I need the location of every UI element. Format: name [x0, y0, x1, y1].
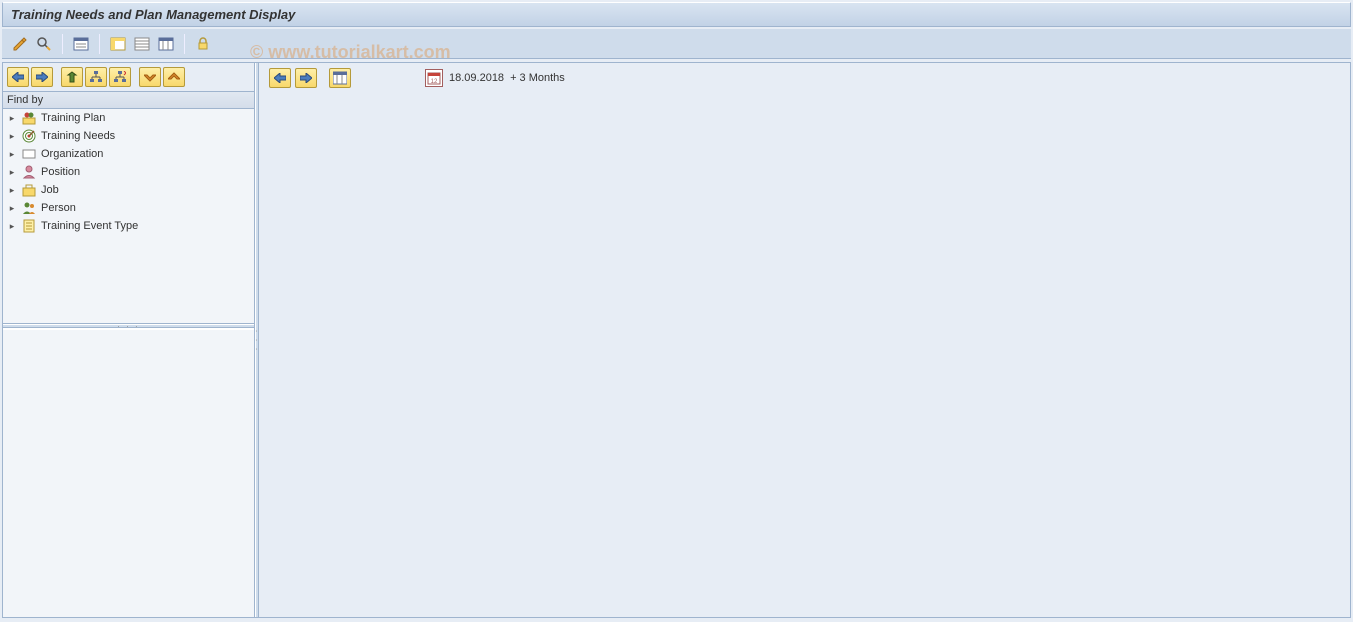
tree-item-job[interactable]: ▸ Job: [3, 181, 254, 199]
training-plan-icon: [21, 110, 37, 126]
tree-item-training-needs[interactable]: ▸ Training Needs: [3, 127, 254, 145]
separator: [184, 34, 185, 54]
settings-button[interactable]: [156, 34, 176, 54]
person-icon: [21, 200, 37, 216]
collapse-all-button[interactable]: [163, 67, 185, 87]
list-display-button[interactable]: [71, 34, 91, 54]
expand-icon[interactable]: ▸: [7, 203, 17, 214]
lock-button[interactable]: [193, 34, 213, 54]
tree-item-event-type[interactable]: ▸ Training Event Type: [3, 217, 254, 235]
training-needs-icon: [21, 128, 37, 144]
column-config-button[interactable]: [108, 34, 128, 54]
sidebar: Find by ▸ Training Plan ▸ Training Needs…: [3, 63, 255, 617]
tree-item-label: Training Plan: [41, 112, 105, 124]
date-area: 12 18.09.2018 + 3 Months: [425, 69, 565, 87]
app-toolbar: [2, 29, 1351, 59]
expand-icon[interactable]: ▸: [7, 149, 17, 160]
expand-icon[interactable]: ▸: [7, 113, 17, 124]
expand-icon[interactable]: ▸: [7, 131, 17, 142]
horizontal-splitter[interactable]: [3, 324, 254, 328]
findby-label: Find by: [7, 94, 43, 106]
tree-item-label: Training Needs: [41, 130, 115, 142]
tree-item-training-plan[interactable]: ▸ Training Plan: [3, 109, 254, 127]
next-period-button[interactable]: [295, 68, 317, 88]
tree-view-button[interactable]: [85, 67, 107, 87]
expand-all-button[interactable]: [139, 67, 161, 87]
assign-button[interactable]: [61, 67, 83, 87]
expand-icon[interactable]: ▸: [7, 221, 17, 232]
tree-item-label: Position: [41, 166, 80, 178]
separator: [62, 34, 63, 54]
tree-item-position[interactable]: ▸ Position: [3, 163, 254, 181]
tree-item-label: Organization: [41, 148, 103, 160]
body-area: Find by ▸ Training Plan ▸ Training Needs…: [2, 62, 1351, 618]
column-config-main-button[interactable]: [329, 68, 351, 88]
main-area: 12 18.09.2018 + 3 Months: [259, 63, 1350, 617]
tree-item-label: Job: [41, 184, 59, 196]
tree-item-label: Person: [41, 202, 76, 214]
separator: [99, 34, 100, 54]
nav-forward-button[interactable]: [31, 67, 53, 87]
nav-back-button[interactable]: [7, 67, 29, 87]
expand-icon[interactable]: ▸: [7, 167, 17, 178]
event-type-icon: [21, 218, 37, 234]
date-from-text: 18.09.2018: [449, 72, 504, 84]
sidebar-nav-toolbar: [3, 63, 254, 92]
findby-header: Find by: [3, 92, 254, 109]
key-columns-button[interactable]: [132, 34, 152, 54]
svg-text:12: 12: [431, 79, 438, 85]
tree-item-person[interactable]: ▸ Person: [3, 199, 254, 217]
job-icon: [21, 182, 37, 198]
page-title: Training Needs and Plan Management Displ…: [11, 7, 295, 22]
main-toolbar: 12 18.09.2018 + 3 Months: [259, 63, 1350, 93]
date-period-text: + 3 Months: [510, 72, 565, 84]
expand-icon[interactable]: ▸: [7, 185, 17, 196]
findby-tree[interactable]: ▸ Training Plan ▸ Training Needs ▸ Organ…: [3, 109, 254, 324]
prev-period-button[interactable]: [269, 68, 291, 88]
search-button[interactable]: [34, 34, 54, 54]
sidebar-bottom-panel: [3, 328, 254, 617]
change-button[interactable]: [10, 34, 30, 54]
title-bar: Training Needs and Plan Management Displ…: [2, 2, 1351, 27]
tree-item-label: Training Event Type: [41, 220, 138, 232]
organization-icon: [21, 146, 37, 162]
calendar-icon-button[interactable]: 12: [425, 69, 443, 87]
tree-expand-button[interactable]: [109, 67, 131, 87]
tree-item-organization[interactable]: ▸ Organization: [3, 145, 254, 163]
position-icon: [21, 164, 37, 180]
